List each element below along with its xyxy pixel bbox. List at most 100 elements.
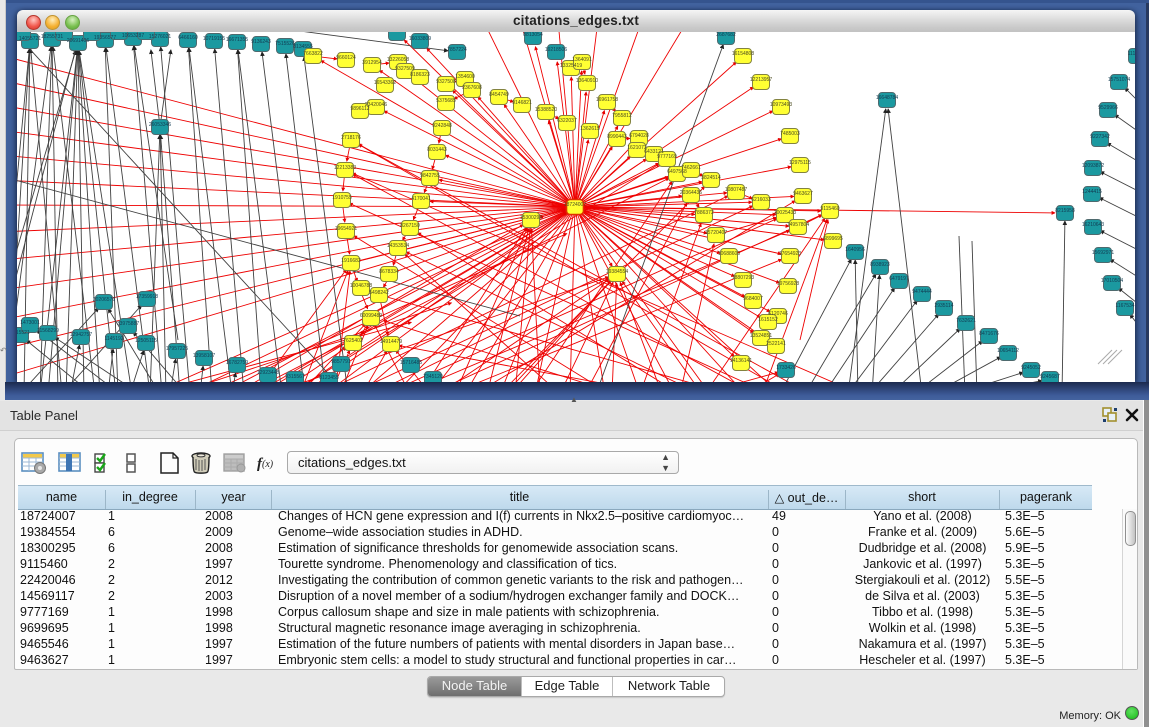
svg-text:9136243: 9136243 — [251, 39, 271, 45]
svg-text:17654923: 17654923 — [779, 251, 801, 257]
svg-text:9896112: 9896112 — [350, 106, 369, 112]
svg-text:5375685: 5375685 — [436, 98, 456, 104]
svg-text:16961758: 16961758 — [596, 97, 618, 103]
svg-text:8938923: 8938923 — [870, 262, 890, 268]
svg-text:7663822: 7663822 — [303, 51, 323, 57]
svg-text:6216033: 6216033 — [751, 197, 771, 203]
svg-text:9463627: 9463627 — [793, 191, 813, 197]
svg-text:16543362: 16543362 — [374, 80, 396, 86]
svg-text:7632621: 7632621 — [956, 318, 976, 324]
svg-text:18807293: 18807293 — [732, 275, 754, 281]
svg-text:2367608: 2367608 — [462, 85, 482, 91]
svg-text:17359918: 17359918 — [136, 294, 158, 300]
svg-text:19384554: 19384554 — [606, 269, 628, 275]
svg-text:9842755: 9842755 — [420, 173, 440, 179]
svg-text:16648784: 16648784 — [876, 95, 898, 101]
svg-text:7955812: 7955812 — [612, 113, 632, 119]
svg-text:13640910: 13640910 — [576, 78, 598, 84]
svg-text:1167534: 1167534 — [1115, 303, 1134, 309]
svg-text:13226058: 13226058 — [387, 57, 409, 63]
svg-text:13325419: 13325419 — [560, 63, 582, 69]
svg-text:2522141: 2522141 — [766, 341, 786, 347]
svg-text:15716485: 15716485 — [400, 360, 422, 366]
svg-text:1244415: 1244415 — [1082, 189, 1102, 195]
svg-text:15276021: 15276021 — [149, 34, 171, 40]
svg-text:6899695: 6899695 — [823, 236, 843, 242]
svg-text:12975115: 12975115 — [789, 160, 811, 166]
svg-text:18724007: 18724007 — [564, 202, 586, 208]
svg-text:18255731: 18255731 — [41, 34, 63, 40]
svg-text:16782759: 16782759 — [226, 360, 248, 366]
svg-text:1112834: 1112834 — [1128, 51, 1135, 57]
svg-text:20206576: 20206576 — [93, 297, 115, 303]
svg-text:7857224: 7857224 — [447, 47, 467, 53]
svg-text:17010504: 17010504 — [1101, 278, 1123, 284]
svg-text:14136141: 14136141 — [730, 358, 752, 364]
svg-text:15720407: 15720407 — [705, 230, 727, 236]
svg-text:9660124: 9660124 — [336, 55, 356, 61]
svg-text:16210643: 16210643 — [1082, 222, 1104, 228]
svg-text:7462661: 7462661 — [681, 165, 701, 171]
svg-text:8267150: 8267150 — [400, 223, 420, 229]
svg-text:1640956: 1640956 — [845, 247, 865, 253]
svg-text:9115460: 9115460 — [820, 206, 839, 212]
svg-text:9529966: 9529966 — [1098, 105, 1118, 111]
svg-text:9777169: 9777169 — [657, 154, 677, 160]
svg-text:10973493: 10973493 — [770, 102, 792, 108]
svg-text:11568299: 11568299 — [37, 328, 59, 334]
svg-text:6466160: 6466160 — [178, 35, 198, 41]
svg-text:19654921: 19654921 — [335, 226, 357, 232]
svg-text:7485003: 7485003 — [780, 131, 800, 137]
svg-text:8990443: 8990443 — [607, 134, 627, 140]
svg-text:1364091: 1364091 — [572, 57, 592, 63]
svg-text:4170041: 4170041 — [411, 196, 431, 202]
svg-text:5498242: 5498242 — [369, 290, 389, 296]
svg-text:20364436: 20364436 — [680, 190, 702, 196]
svg-text:13524851: 13524851 — [750, 333, 772, 339]
svg-text:3912954: 3912954 — [362, 60, 382, 66]
svg-text:14353534: 14353534 — [387, 243, 409, 249]
svg-text:8678334: 8678334 — [379, 269, 399, 275]
svg-text:13958107: 13958107 — [193, 353, 215, 359]
svg-text:1910755: 1910755 — [332, 195, 352, 201]
svg-text:12505115: 12505115 — [135, 338, 157, 344]
svg-text:1615152: 1615152 — [758, 317, 778, 323]
svg-text:10807487: 10807487 — [725, 187, 747, 193]
svg-text:14957804: 14957804 — [787, 222, 809, 228]
svg-text:9242848: 9242848 — [432, 123, 452, 129]
svg-text:26053346: 26053346 — [149, 122, 171, 128]
svg-text:8186323: 8186323 — [410, 72, 430, 78]
svg-text:8454749: 8454749 — [489, 92, 509, 98]
svg-text:2718176: 2718176 — [341, 135, 361, 141]
svg-text:10688609: 10688609 — [718, 251, 740, 257]
svg-text:14914479: 14914479 — [380, 339, 402, 345]
svg-text:7515526: 7515526 — [275, 41, 295, 47]
svg-text:1354600: 1354600 — [455, 74, 475, 80]
svg-text:9327508: 9327508 — [436, 79, 456, 85]
svg-text:12213383: 12213383 — [334, 165, 356, 171]
svg-text:9474444: 9474444 — [912, 289, 932, 295]
svg-text:1916682: 1916682 — [341, 258, 361, 264]
svg-text:12213957: 12213957 — [750, 77, 772, 83]
svg-text:8123455: 8123455 — [319, 375, 339, 381]
svg-text:9245687: 9245687 — [1040, 374, 1060, 380]
svg-text:7345120: 7345120 — [423, 374, 443, 380]
svg-text:15751074: 15751074 — [1108, 77, 1130, 83]
svg-text:12923448: 12923448 — [257, 370, 279, 376]
svg-text:19756928: 19756928 — [777, 281, 799, 287]
svg-text:1362615: 1362615 — [580, 126, 600, 132]
svg-text:16154808: 16154808 — [732, 51, 754, 57]
svg-text:12942757: 12942757 — [70, 332, 92, 338]
svg-text:8031443: 8031443 — [427, 147, 447, 153]
svg-text:1733426: 1733426 — [776, 365, 796, 371]
svg-text:1145192: 1145192 — [104, 336, 123, 342]
svg-text:19218506: 19218506 — [545, 47, 567, 53]
svg-text:9146821: 9146821 — [512, 100, 532, 106]
svg-text:7886372: 7886372 — [694, 210, 714, 216]
svg-text:8134555: 8134555 — [293, 44, 313, 50]
svg-text:16671355: 16671355 — [226, 37, 248, 43]
svg-text:15692971: 15692971 — [1092, 250, 1114, 256]
svg-text:7625402: 7625402 — [343, 338, 363, 344]
svg-text:15388520: 15388520 — [535, 107, 557, 113]
svg-text:(x): (x) — [262, 459, 274, 470]
